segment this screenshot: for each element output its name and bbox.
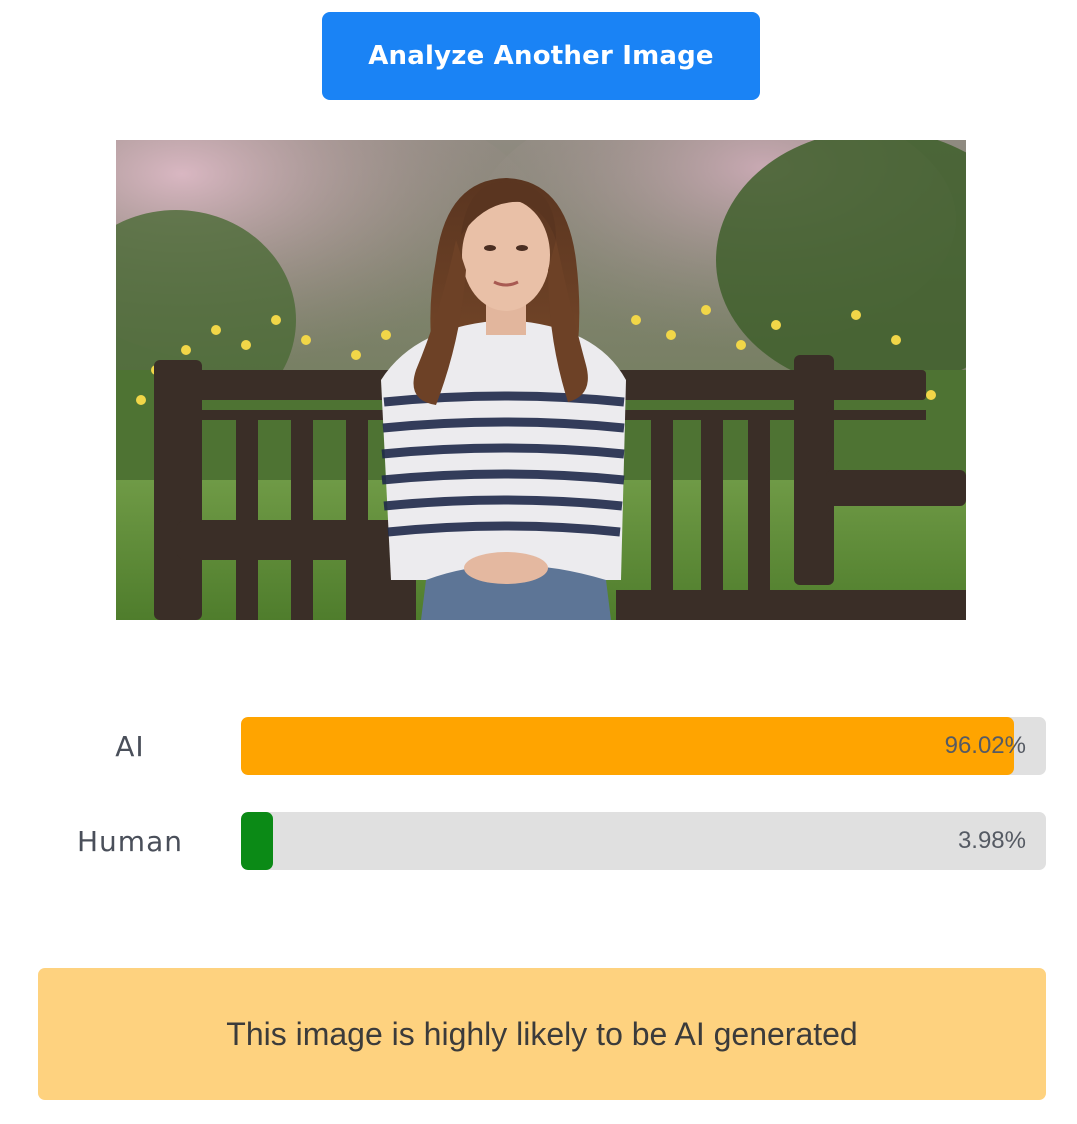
probability-value: 3.98% bbox=[957, 827, 1026, 854]
probability-bar-fill bbox=[241, 812, 274, 870]
probability-bar-track: 96.02% bbox=[241, 717, 1046, 775]
probability-bar-fill bbox=[241, 717, 1014, 775]
analyze-another-image-button[interactable]: Analyze Another Image bbox=[322, 12, 760, 100]
probability-bar-track: 3.98% bbox=[241, 812, 1046, 870]
result-label: AI bbox=[115, 729, 145, 763]
probability-value: 96.02% bbox=[944, 732, 1026, 759]
result-page: Analyze Another Image AI 96.02% Human 3.… bbox=[0, 0, 1077, 1124]
result-row-ai: AI 96.02% bbox=[0, 717, 1077, 775]
analyzed-image bbox=[116, 140, 966, 620]
verdict-banner: This image is highly likely to be AI gen… bbox=[38, 968, 1046, 1100]
result-label: Human bbox=[77, 824, 183, 858]
result-row-human: Human 3.98% bbox=[0, 812, 1077, 870]
